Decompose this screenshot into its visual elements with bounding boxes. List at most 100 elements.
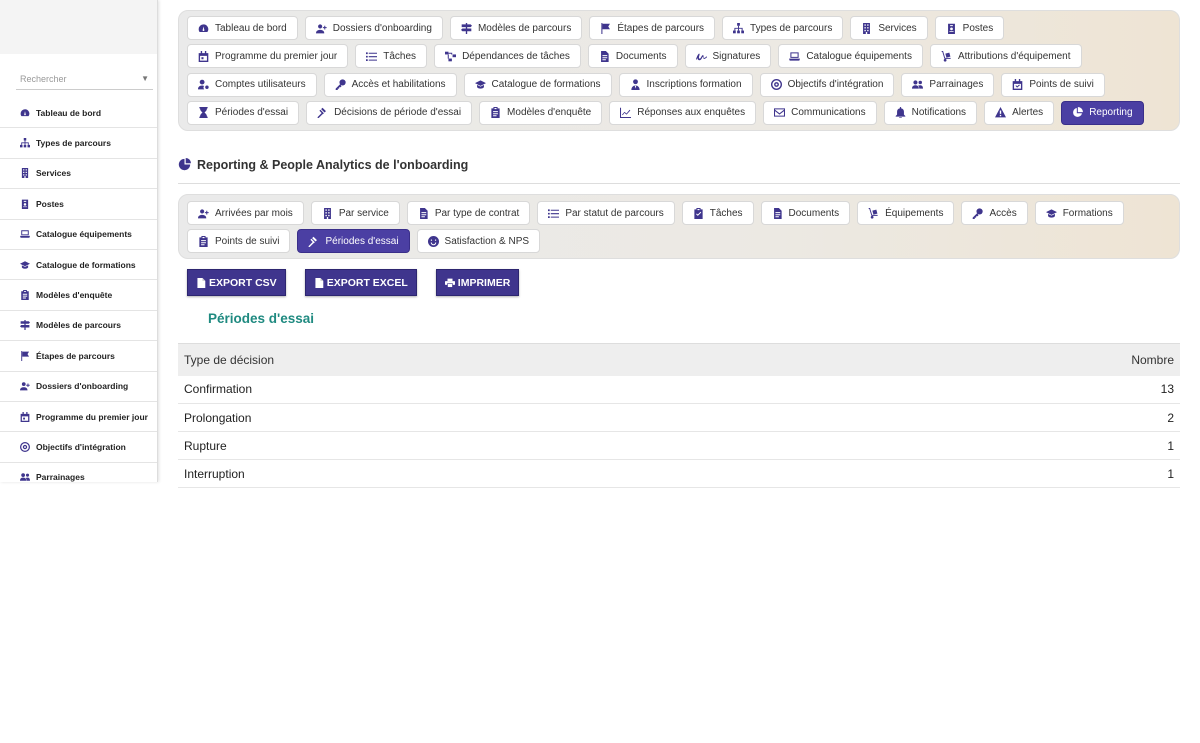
sidebar-item-services[interactable]: Services (0, 159, 157, 190)
dolly-icon (868, 207, 878, 219)
user-plus-icon (198, 208, 209, 218)
report-tab-taches[interactable]: Tâches (681, 201, 754, 225)
sidebar-item-modeles-de-parcours[interactable]: Modèles de parcours (0, 311, 157, 342)
export-csv-button[interactable]: EXPORT CSV (187, 269, 286, 296)
sidebar-item-label: Étapes de parcours (36, 350, 115, 361)
tab-label: Documents (615, 50, 667, 62)
export-excel-label: EXPORT EXCEL (326, 276, 408, 289)
tab-catalogue-equipements[interactable]: Catalogue équipements (778, 44, 923, 69)
tab-attributions-d-equipement[interactable]: Attributions d'équipement (929, 44, 1082, 69)
sidebar-item-modeles-d-enquete[interactable]: Modèles d'enquête (0, 280, 157, 311)
signature-icon (695, 53, 707, 61)
report-table: Type de décision Nombre Confirmation 13 Pr… (178, 343, 1180, 488)
sidebar-item-parrainages[interactable]: Parrainages (0, 463, 157, 482)
column-header-count: Nombre (830, 343, 1180, 376)
tab-catalogue-de-formations[interactable]: Catalogue de formations (463, 72, 612, 97)
tab-reporting[interactable]: Reporting (1061, 100, 1144, 125)
tab-services[interactable]: Services (850, 16, 928, 40)
tab-comptes-utilisateurs[interactable]: Comptes utilisateurs (187, 72, 317, 97)
sidebar-item-label: Services (36, 168, 71, 179)
report-tab-label: Par service (338, 207, 389, 219)
tab-tableau-de-bord[interactable]: Tableau de bord (187, 16, 298, 40)
sidebar-item-programme-du-premier-jour[interactable]: Programme du premier jour (0, 402, 157, 433)
tab-reponses-aux-enquetes[interactable]: Réponses aux enquêtes (609, 100, 757, 125)
report-tab-par-type-de-contrat[interactable]: Par type de contrat (406, 201, 531, 225)
tab-programme-du-premier-jour[interactable]: Programme du premier jour (187, 44, 349, 69)
tab-label: Alertes (1012, 107, 1044, 119)
tab-periodes-d-essai[interactable]: Périodes d'essai (187, 100, 300, 125)
report-tab-label: Accès (989, 207, 1017, 219)
sidebar-item-objectifs-d-integration[interactable]: Objectifs d'intégration (0, 432, 157, 463)
tab-dossiers-d-onboarding[interactable]: Dossiers d'onboarding (304, 16, 443, 40)
report-tab-documents[interactable]: Documents (760, 201, 851, 225)
tab-notifications[interactable]: Notifications (883, 100, 978, 125)
report-tab-par-statut-de-parcours[interactable]: Par statut de parcours (537, 201, 675, 225)
search-placeholder: Rechercher (20, 73, 67, 84)
chart-line-icon (620, 107, 632, 119)
sidebar-nav: Tableau de bord Types de parcours Services… (0, 98, 157, 482)
tab-parrainages[interactable]: Parrainages (901, 72, 995, 97)
tab-inscriptions-formation[interactable]: Inscriptions formation (618, 72, 753, 97)
sidebar-item-label: Modèles de parcours (36, 320, 122, 331)
tab-label: Modèles de parcours (477, 22, 572, 34)
tab-objectifs-d-integration[interactable]: Objectifs d'intégration (759, 72, 895, 97)
report-tab-par-service[interactable]: Par service (310, 201, 400, 225)
report-tab-acces[interactable]: Accès (961, 201, 1028, 225)
badge-icon (947, 23, 955, 34)
sidebar-item-catalogue-de-formations[interactable]: Catalogue de formations (0, 250, 157, 281)
tab-documents[interactable]: Documents (587, 44, 678, 69)
main-content: Tableau de bord Dossiers d'onboarding Modè… (178, 0, 1180, 488)
sidebar-item-types-de-parcours[interactable]: Types de parcours (0, 128, 157, 159)
page-title-text: Reporting & People Analytics de l'onboar… (197, 157, 469, 172)
tab-label: Postes (962, 22, 994, 34)
caret-down-icon[interactable]: ▼ (141, 74, 149, 83)
print-button[interactable]: IMPRIMER (435, 269, 520, 296)
sidebar-item-postes[interactable]: Postes (0, 189, 157, 220)
tab-types-de-parcours[interactable]: Types de parcours (722, 16, 844, 40)
search-select[interactable]: Rechercher ▼ (16, 68, 153, 90)
tab-acces-et-habilitations[interactable]: Accès et habilitations (323, 72, 457, 97)
chart-pie-icon (1073, 107, 1084, 118)
sidebar-item-etapes-de-parcours[interactable]: Étapes de parcours (0, 341, 157, 372)
sitemap-icon (733, 22, 745, 33)
tab-alertes[interactable]: Alertes (984, 100, 1055, 125)
tab-decisions-de-periode-d-essai[interactable]: Décisions de période d'essai (306, 100, 473, 125)
report-tab-points-de-suivi[interactable]: Points de suivi (187, 229, 291, 253)
report-tab-formations[interactable]: Formations (1034, 201, 1124, 225)
graduation-cap-icon (20, 260, 30, 269)
tab-label: Étapes de parcours (617, 22, 705, 34)
count-cell: 13 (830, 375, 1180, 404)
tab-taches[interactable]: Tâches (355, 44, 428, 69)
sidebar-item-label: Catalogue de formations (36, 259, 136, 270)
bell-icon (895, 107, 905, 119)
page-title: Reporting & People Analytics de l'onboar… (178, 154, 1180, 184)
report-tab-satisfaction-nps[interactable]: Satisfaction & NPS (416, 229, 541, 253)
export-excel-button[interactable]: EXPORT EXCEL (304, 269, 417, 296)
tab-label: Reporting (1089, 107, 1133, 119)
sidebar-item-dossiers-d-onboarding[interactable]: Dossiers d'onboarding (0, 372, 157, 402)
users-icon (20, 473, 30, 482)
tab-communications[interactable]: Communications (763, 100, 877, 125)
file-excel-icon (315, 277, 323, 288)
tab-dependances-de-taches[interactable]: Dépendances de tâches (434, 44, 581, 69)
report-tab-label: Périodes d'essai (325, 235, 399, 247)
project-diagram-icon (445, 51, 457, 62)
graduation-cap-icon (1045, 208, 1057, 218)
report-tab-label: Tâches (709, 207, 743, 219)
tab-modeles-d-enquete[interactable]: Modèles d'enquête (479, 100, 603, 125)
tab-etapes-de-parcours[interactable]: Étapes de parcours (589, 16, 716, 40)
gavel-icon (308, 236, 318, 247)
report-tab-periodes-d-essai[interactable]: Périodes d'essai (297, 229, 410, 253)
building-icon (21, 168, 29, 179)
tab-modeles-de-parcours[interactable]: Modèles de parcours (449, 16, 583, 40)
report-tab-label: Documents (788, 207, 840, 219)
sidebar-item-tableau-de-bord[interactable]: Tableau de bord (0, 98, 157, 129)
tab-signatures[interactable]: Signatures (684, 44, 772, 69)
report-tab-equipements[interactable]: Équipements (857, 201, 955, 225)
tab-label: Types de parcours (750, 22, 833, 34)
tab-postes[interactable]: Postes (934, 16, 1005, 40)
tab-points-de-suivi[interactable]: Points de suivi (1001, 72, 1105, 97)
export-csv-label: EXPORT CSV (209, 276, 277, 289)
sidebar-item-catalogue-equipements[interactable]: Catalogue équipements (0, 220, 157, 250)
report-tab-arrivees-par-mois[interactable]: Arrivées par mois (187, 201, 304, 225)
